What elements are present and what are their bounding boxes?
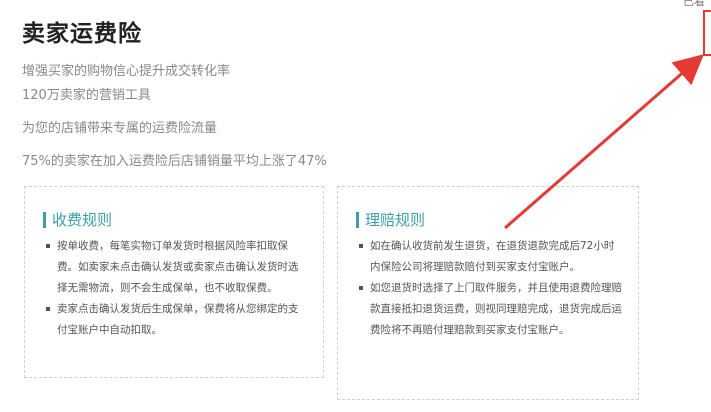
tagline-traffic: 为您的店铺带来专属的运费险流量 [22, 121, 218, 136]
fee-rules-list: 按单收费，每笔实物订单发货时根据风险率扣取保费。如卖家未点击确认发货或卖家点击确… [43, 236, 307, 341]
tagline-sales-increase: 75%的卖家在加入运费险后店铺销量平均上涨了47% [22, 154, 327, 169]
bullet-icon [359, 286, 363, 290]
heading-accent-bar [43, 211, 46, 228]
list-item: 按单收费，每笔实物订单发货时根据风险率扣取保费。如卖家未点击确认发货或卖家点击确… [43, 236, 307, 299]
fee-rules-card: 收费规则 按单收费，每笔实物订单发货时根据风险率扣取保费。如卖家未点击确认发货或… [24, 186, 324, 378]
list-item: 卖家点击确认发货后生成保单，保费将从您绑定的支付宝账户中自动扣取。 [43, 299, 307, 341]
claim-rules-card: 理赔规则 如在确认收货前发生退货，在退货退款完成后72小时内保险公司将理赔款赔付… [337, 186, 639, 400]
bullet-icon [359, 244, 363, 248]
heading-accent-bar [356, 211, 359, 228]
fee-rules-heading: 收费规则 [43, 209, 307, 230]
claim-rules-list: 如在确认收货前发生退货，在退货退款完成后72小时内保险公司将理赔款赔付到买家支付… [356, 236, 622, 341]
list-item: 如您退货时选择了上门取件服务，并且使用退费险理赔款直接抵扣退货运费，则视同理赔完… [356, 278, 622, 341]
corner-status-text: 已看 [683, 0, 705, 8]
list-item: 如在确认收货前发生退货，在退货退款完成后72小时内保险公司将理赔款赔付到买家支付… [356, 236, 622, 278]
tagline-conversion: 增强买家的购物信心提升成交转化率 [22, 64, 231, 79]
claim-rules-heading: 理赔规则 [356, 209, 622, 230]
page: 卖家运费险 增强买家的购物信心提升成交转化率 120万卖家的营销工具 为您的店铺… [0, 0, 711, 412]
tagline-sellers: 120万卖家的营销工具 [22, 88, 151, 103]
list-item-text: 按单收费，每笔实物订单发货时根据风险率扣取保费。如卖家未点击确认发货或卖家点击确… [57, 240, 299, 294]
bullet-icon [46, 244, 50, 248]
fee-rules-heading-label: 收费规则 [52, 211, 113, 229]
claim-rules-heading-label: 理赔规则 [365, 211, 426, 229]
list-item-text: 如在确认收货前发生退货，在退货退款完成后72小时内保险公司将理赔款赔付到买家支付… [370, 240, 615, 273]
highlight-box-annotation [703, 10, 711, 56]
bullet-icon [46, 307, 50, 311]
list-item-text: 卖家点击确认发货后生成保单，保费将从您绑定的支付宝账户中自动扣取。 [57, 303, 299, 336]
page-title: 卖家运费险 [22, 21, 142, 47]
list-item-text: 如您退货时选择了上门取件服务，并且使用退费险理赔款直接抵扣退货运费，则视同理赔完… [370, 282, 622, 336]
